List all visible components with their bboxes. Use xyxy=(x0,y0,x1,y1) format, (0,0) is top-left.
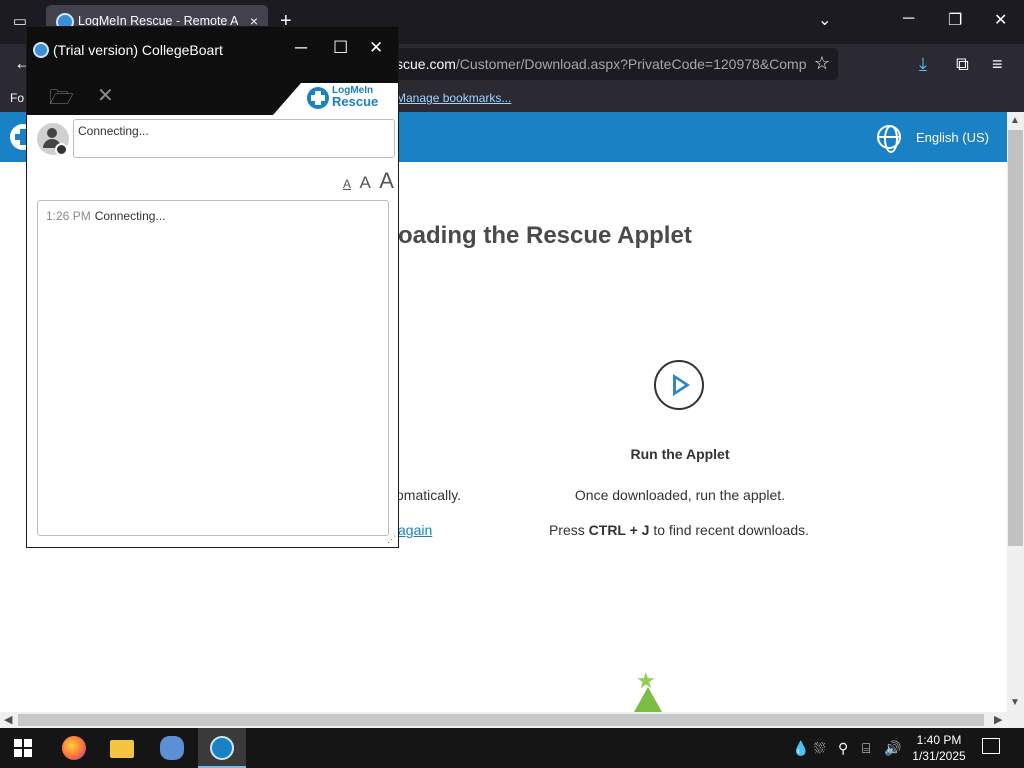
chat-input-value: Connecting... xyxy=(78,124,149,138)
log-message: Connecting... xyxy=(94,209,166,223)
log-entry: 1:26 PM Connecting... xyxy=(46,209,165,223)
restore-icon[interactable]: ❐ xyxy=(948,10,962,30)
file-transfer-icon[interactable]: 🗁 xyxy=(49,83,74,117)
rescue-chat-window: (Trial version) CollegeBoart ─ ☐ ✕ 🗁 ✕ L… xyxy=(26,26,399,548)
bookmark-item[interactable]: Fo xyxy=(10,91,24,105)
resize-grip-icon[interactable]: ⋰ xyxy=(387,534,396,545)
address-bar[interactable]: scue.com/Customer/Download.aspx?PrivateC… xyxy=(340,48,838,80)
manage-bookmarks-link[interactable]: Manage bookmarks... xyxy=(396,91,511,105)
scroll-down-icon[interactable]: ▼ xyxy=(1010,697,1020,708)
font-large-button[interactable]: A xyxy=(379,168,394,193)
taskbar-people-app[interactable] xyxy=(148,728,196,768)
people-icon xyxy=(160,736,184,760)
horizontal-scroll-thumb[interactable] xyxy=(18,714,984,726)
rescue-title-bar[interactable]: (Trial version) CollegeBoart ─ ☐ ✕ xyxy=(27,27,398,73)
menu-icon[interactable]: ≡ xyxy=(992,54,1003,75)
dropbox-icon[interactable]: 💧 xyxy=(792,740,809,757)
url-text: scue.com/Customer/Download.aspx?PrivateC… xyxy=(396,56,806,72)
tree-decoration xyxy=(620,687,676,712)
vertical-scroll-thumb[interactable] xyxy=(1008,130,1023,546)
scroll-left-icon[interactable]: ◀ xyxy=(4,713,12,726)
close-icon[interactable]: ✕ xyxy=(994,10,1007,30)
rescue-app-icon xyxy=(33,42,49,58)
bookmark-star-icon[interactable]: ☆ xyxy=(814,53,830,74)
volume-icon[interactable]: 🔊 xyxy=(884,740,901,757)
search-tray-icon[interactable]: ⚲ xyxy=(838,740,848,757)
status-icon xyxy=(55,143,68,156)
firefox-icon xyxy=(62,736,86,760)
notification-icon[interactable] xyxy=(982,738,1000,754)
network-share-icon[interactable]: ⛆ xyxy=(814,740,825,757)
download-icon[interactable]: ⤓ xyxy=(919,54,927,75)
clock-date: 1/31/2025 xyxy=(912,749,966,763)
scroll-up-icon[interactable]: ▲ xyxy=(1010,115,1020,126)
run-applet-heading: Run the Applet xyxy=(630,446,730,462)
taskbar-firefox[interactable] xyxy=(50,728,98,768)
logmein-logo-icon xyxy=(307,87,329,109)
vertical-scrollbar[interactable]: ▲ ▼ xyxy=(1007,112,1024,712)
rescue-icon xyxy=(210,736,234,760)
extensions-icon[interactable]: ⧉ xyxy=(956,54,969,75)
download-again-link[interactable]: again xyxy=(398,522,432,538)
taskbar: 💧 ⛆ ⚲ ⌸ 🔊 1:40 PM 1/31/2025 xyxy=(0,728,1024,768)
end-session-icon[interactable]: ✕ xyxy=(97,83,114,108)
language-selector[interactable]: English (US) xyxy=(916,130,989,145)
font-size-controls: A A A xyxy=(343,168,394,194)
font-small-button[interactable]: A xyxy=(343,177,351,191)
page-title: oading the Rescue Applet xyxy=(398,222,692,249)
windows-start-icon[interactable] xyxy=(14,739,32,757)
rescue-window-title: (Trial version) CollegeBoart xyxy=(53,42,223,58)
font-medium-button[interactable]: A xyxy=(359,173,370,192)
network-icon[interactable]: ⌸ xyxy=(862,740,870,757)
folder-icon xyxy=(110,740,134,758)
minimize-icon[interactable]: ─ xyxy=(295,38,307,58)
download-step-text: omatically. xyxy=(396,487,462,503)
close-icon[interactable]: ✕ xyxy=(369,38,383,58)
system-clock[interactable]: 1:40 PM 1/31/2025 xyxy=(906,732,972,764)
taskbar-rescue[interactable] xyxy=(198,728,246,768)
globe-icon[interactable] xyxy=(877,125,901,153)
play-icon xyxy=(654,360,704,410)
log-time: 1:26 PM xyxy=(46,209,91,223)
logmein-logo-text: LogMeIn Rescue xyxy=(332,85,379,109)
run-applet-hint: Press CTRL + J to find recent downloads. xyxy=(548,522,810,538)
clock-time: 1:40 PM xyxy=(916,733,962,747)
scroll-right-icon[interactable]: ▶ xyxy=(994,713,1002,726)
minimize-icon[interactable]: ─ xyxy=(903,10,914,28)
chat-log[interactable]: 1:26 PM Connecting... xyxy=(37,200,389,536)
chevron-down-icon[interactable]: ⌄ xyxy=(818,10,831,30)
run-applet-description: Once downloaded, run the applet. xyxy=(574,487,786,503)
chat-input[interactable]: Connecting... xyxy=(73,119,395,158)
taskbar-file-explorer[interactable] xyxy=(98,728,146,768)
maximize-icon[interactable]: ☐ xyxy=(333,38,348,58)
horizontal-scrollbar[interactable]: ◀ ▶ xyxy=(0,712,1024,728)
